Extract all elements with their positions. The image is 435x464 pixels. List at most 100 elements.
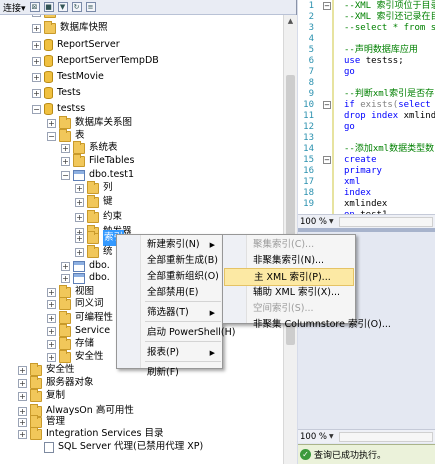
line-number: 8 — [308, 78, 314, 88]
expand-icon[interactable]: + — [47, 326, 56, 336]
code-line: xmlindex — [344, 199, 388, 209]
expand-icon[interactable]: + — [47, 313, 56, 323]
code-line: --声明数据库应用 — [344, 45, 418, 55]
menu-item[interactable]: 刷新(F) — [118, 364, 221, 382]
chevron-down-icon[interactable]: ▼ — [329, 433, 337, 440]
expand-icon[interactable]: + — [75, 183, 84, 193]
menu-separator — [145, 301, 221, 302]
expand-icon[interactable]: + — [32, 23, 41, 33]
line-number-gutter: 1 2 3 4 5 6 7 8 9 10 11 12 13 14 15 16 17 18 19− − − — [298, 0, 334, 214]
index-context-menu: 新建索引(N) ▶ 全部重新生成(B) 全部重新组织(O) 全部禁用(E) 筛选器(T) ▶… — [116, 234, 235, 378]
new-index-submenu: 聚集索引(C)... 非聚集索引(N)... 主 XML 索引(P)... 辅助 XM… — [222, 234, 391, 330]
collapse-icon[interactable]: − — [47, 131, 56, 141]
collapse-icon[interactable]: − — [61, 170, 70, 180]
menu-separator — [145, 361, 221, 362]
folder-icon — [44, 15, 56, 18]
table-icon — [73, 169, 85, 181]
agent-icon — [44, 441, 54, 453]
tree-node-label: 约束 — [103, 211, 123, 222]
tree-node-label: 键 — [103, 196, 113, 207]
database-icon — [44, 55, 53, 67]
folder-icon — [87, 180, 99, 194]
code-line: if exists(select * — [344, 100, 431, 110]
line-number: 10 — [303, 100, 314, 110]
tree-node[interactable]: + 数据库快照 — [32, 20, 108, 36]
folder-icon — [44, 20, 56, 34]
query-editor[interactable]: 1 2 3 4 5 6 7 8 9 10 11 12 13 14 15 16 17 18 19− − − --XML 索… — [298, 0, 435, 228]
expand-icon[interactable]: + — [18, 378, 27, 388]
horizontal-scrollbar[interactable] — [339, 216, 433, 227]
tree-node[interactable]: + ReportServerTempDB — [32, 53, 159, 69]
folder-icon — [73, 140, 85, 154]
tree-node[interactable]: + Tests — [32, 85, 81, 101]
line-number: 11 — [303, 111, 314, 121]
expand-icon[interactable]: + — [75, 233, 84, 243]
expand-icon[interactable]: + — [75, 247, 84, 257]
expand-icon[interactable]: + — [47, 299, 56, 309]
database-icon — [44, 87, 53, 99]
expand-icon[interactable]: + — [32, 15, 41, 17]
tree-node-label: Tests — [57, 87, 81, 98]
activity-icon[interactable]: ≡ — [85, 2, 96, 12]
menu-item[interactable]: 非聚集 Columnstore 索引(O)... — [224, 316, 391, 334]
object-explorer: 连接▾ ⊠ ■ ▼ ↻ ≡ +系统数据库+数据库快照+ReportServer+… — [0, 0, 297, 464]
code-line: go — [344, 122, 355, 132]
tree-node[interactable]: + ReportServer — [32, 37, 120, 53]
folder-icon — [30, 362, 42, 376]
expand-icon[interactable]: + — [47, 118, 56, 128]
expand-icon[interactable]: + — [32, 72, 41, 82]
results-zoom-level[interactable]: 100 % — [300, 432, 327, 442]
tree-node-label: 复制 — [46, 390, 66, 401]
chevron-down-icon[interactable]: ▼ — [329, 218, 337, 225]
line-number: 16 — [303, 166, 314, 176]
line-number: 5 — [308, 45, 314, 55]
horizontal-scrollbar[interactable] — [339, 431, 433, 442]
submenu-arrow-icon: ▶ — [209, 349, 215, 357]
database-icon — [44, 103, 53, 115]
stop-icon[interactable]: ■ — [43, 2, 54, 12]
menu-item[interactable]: 报表(P) ▶ — [118, 344, 221, 362]
editor-zoom-level[interactable]: 100 % — [300, 217, 327, 227]
database-icon — [44, 39, 53, 51]
scroll-up-icon[interactable]: ▲ — [284, 15, 297, 28]
tree-node[interactable]: + TestMovie — [32, 69, 104, 85]
refresh-icon[interactable]: ↻ — [71, 2, 82, 12]
expand-icon[interactable]: + — [32, 88, 41, 98]
expand-icon[interactable]: + — [18, 365, 27, 375]
expand-icon[interactable]: + — [75, 197, 84, 207]
tree-node[interactable]: + 复制 — [18, 388, 65, 404]
code-collapse-icon[interactable]: − — [323, 101, 331, 109]
line-number: 19 — [303, 199, 314, 209]
expand-icon[interactable]: + — [61, 273, 70, 283]
line-number: 1 — [308, 1, 314, 11]
object-explorer-toolbar: 连接▾ ⊠ ■ ▼ ↻ ≡ — [0, 0, 296, 15]
expand-icon[interactable]: + — [61, 156, 70, 166]
tree-node[interactable]: + 约束 — [75, 209, 122, 225]
menu-item[interactable]: 启动 PowerShell(H) — [118, 324, 235, 342]
code-collapse-icon[interactable]: − — [323, 156, 331, 164]
menu-item[interactable]: 筛选器(T) ▶ — [118, 304, 221, 322]
status-text: 查询已成功执行。 — [314, 451, 387, 461]
expand-icon[interactable]: + — [47, 352, 56, 362]
line-number: 3 — [308, 23, 314, 33]
filter-icon[interactable]: ▼ — [57, 2, 68, 12]
collapse-icon[interactable]: − — [32, 104, 41, 114]
code-line: --XML 索引还记录在目 — [344, 12, 435, 22]
expand-icon[interactable]: + — [18, 429, 27, 439]
code-collapse-icon[interactable]: − — [323, 2, 331, 10]
connect-button[interactable]: 连接▾ — [3, 1, 26, 14]
expand-icon[interactable]: + — [32, 56, 41, 66]
expand-icon[interactable]: + — [75, 212, 84, 222]
expand-icon[interactable]: + — [61, 143, 70, 153]
folder-icon — [87, 194, 99, 208]
table-icon — [73, 272, 85, 284]
disconnect-icon[interactable]: ⊠ — [29, 2, 40, 12]
menu-item[interactable]: 全部禁用(E) — [118, 284, 221, 302]
expand-icon[interactable]: + — [32, 40, 41, 50]
tree-node[interactable]: + 键 — [75, 194, 113, 210]
expand-icon[interactable]: + — [18, 391, 27, 401]
code-line: xml — [344, 177, 361, 187]
tree-node[interactable]: SQL Server 代理(已禁用代理 XP) — [32, 439, 203, 455]
folder-icon — [87, 209, 99, 223]
expand-icon[interactable]: + — [47, 339, 56, 349]
